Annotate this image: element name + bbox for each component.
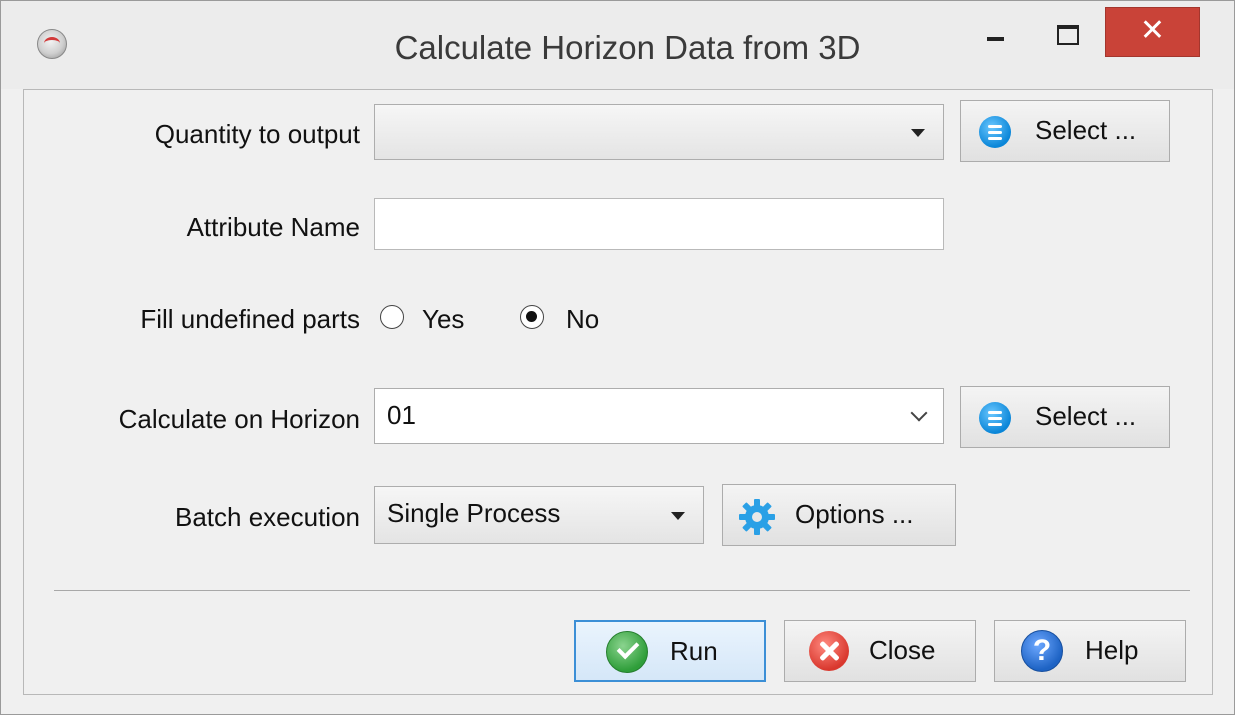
close-button[interactable]: Close xyxy=(784,620,976,682)
list-icon xyxy=(979,116,1011,148)
minimize-button[interactable] xyxy=(971,11,1023,63)
list-icon xyxy=(979,402,1011,434)
batch-options-button[interactable]: Options ... xyxy=(722,484,956,546)
horizon-value: 01 xyxy=(387,400,416,430)
window-close-button[interactable]: ✕ xyxy=(1105,7,1200,57)
attribute-label: Attribute Name xyxy=(186,212,360,242)
batch-label: Batch execution xyxy=(174,502,360,532)
close-circle-icon xyxy=(809,631,849,671)
run-button[interactable]: Run xyxy=(574,620,766,682)
checkmark-icon xyxy=(606,631,648,673)
maximize-button[interactable] xyxy=(1037,11,1097,63)
separator xyxy=(54,590,1190,591)
help-icon: ? xyxy=(1021,630,1063,672)
horizon-label: Calculate on Horizon xyxy=(118,404,360,434)
fill-yes-label[interactable]: Yes xyxy=(422,304,464,335)
gear-icon xyxy=(739,499,775,535)
quantity-select-button[interactable]: Select ... xyxy=(960,100,1170,162)
help-button[interactable]: ? Help xyxy=(994,620,1186,682)
fill-label: Fill undefined parts xyxy=(140,304,360,334)
horizon-combobox[interactable]: 01 xyxy=(374,388,944,444)
horizon-select-button[interactable]: Select ... xyxy=(960,386,1170,448)
title-bar[interactable]: Calculate Horizon Data from 3D ✕ xyxy=(1,1,1234,89)
dialog-window: Calculate Horizon Data from 3D ✕ Quantit… xyxy=(0,0,1235,715)
quantity-label: Quantity to output xyxy=(154,119,360,149)
dropdown-arrow-icon xyxy=(671,512,685,520)
close-icon: ✕ xyxy=(1139,14,1166,47)
batch-value: Single Process xyxy=(387,498,561,528)
dropdown-arrow-icon xyxy=(911,129,925,137)
fill-no-label[interactable]: No xyxy=(566,304,599,335)
quantity-combobox[interactable] xyxy=(374,104,944,160)
chevron-down-icon xyxy=(910,404,928,422)
batch-combobox[interactable]: Single Process xyxy=(374,486,704,544)
form-panel: Quantity to output Select ... Attribute … xyxy=(23,89,1213,695)
fill-yes-radio[interactable] xyxy=(380,305,404,329)
fill-no-radio[interactable] xyxy=(520,305,544,329)
attribute-name-input[interactable] xyxy=(374,198,944,250)
